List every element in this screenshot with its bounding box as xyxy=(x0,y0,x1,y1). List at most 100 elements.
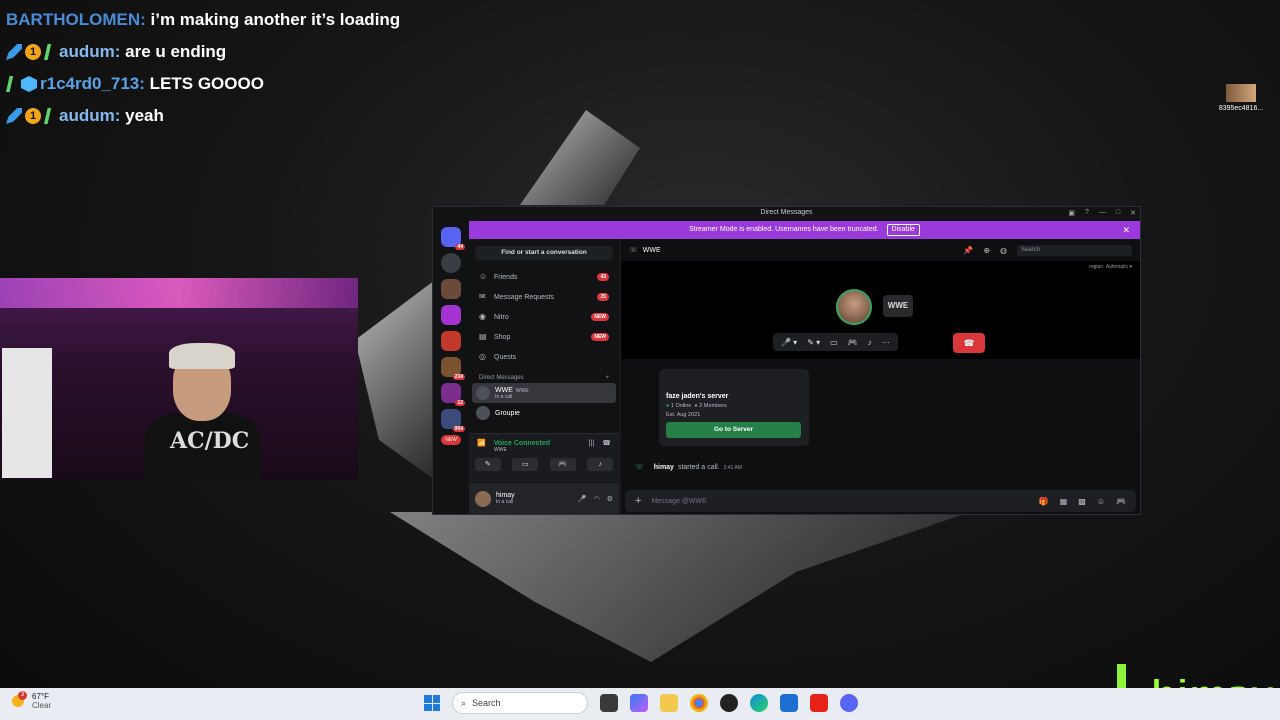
profile-icon[interactable]: ◍ xyxy=(1000,246,1007,255)
call-avatar-wwe: WWE xyxy=(883,295,913,317)
discord-icon[interactable] xyxy=(840,694,858,712)
add-attachment-icon[interactable]: + xyxy=(635,495,641,507)
new-badge-icon[interactable]: NEW xyxy=(441,435,461,445)
server-icon[interactable] xyxy=(441,305,461,325)
gift-icon[interactable]: 🎁 xyxy=(1039,497,1049,506)
apps-icon[interactable]: 🎮 xyxy=(1116,497,1126,506)
server-icon[interactable] xyxy=(441,279,461,299)
chat-message: BARTHOLOMEN: i’m making another it’s loa… xyxy=(6,4,400,36)
noise-icon[interactable]: ||| xyxy=(589,440,594,447)
weather-desc: Clear xyxy=(32,701,52,710)
channel-name: WWE xyxy=(642,246,661,254)
inbox-icon[interactable]: ▣ xyxy=(1068,209,1075,217)
region-label: region xyxy=(1089,264,1104,270)
search-input[interactable]: Search xyxy=(1017,244,1132,256)
obs-icon[interactable] xyxy=(720,694,738,712)
windows-taskbar: 3 67°F Clear ⌕ Search xyxy=(0,688,1280,720)
message-composer[interactable]: + Message @WWE 🎁 ▦ ▩ ☺ 🎮 xyxy=(625,490,1136,512)
disable-button[interactable]: Disable xyxy=(886,224,920,236)
user-panel: himay In a call 🎤 ◠ ⚙ xyxy=(469,483,619,514)
server-icon[interactable] xyxy=(441,253,461,273)
minimize-icon[interactable]: — xyxy=(1099,209,1106,217)
nav-friends[interactable]: ☺ Friends 43 xyxy=(469,267,619,287)
chat-text: yeah xyxy=(125,106,164,125)
gif-icon[interactable]: ▦ xyxy=(1060,497,1068,506)
settings-icon[interactable]: ⚙ xyxy=(607,495,613,503)
stream-chat: BARTHOLOMEN: i’m making another it’s loa… xyxy=(6,4,400,132)
emoji-icon[interactable]: ☺ xyxy=(1097,497,1105,506)
go-to-server-button[interactable]: Go to Server xyxy=(666,422,801,438)
nav-label: Shop xyxy=(494,333,511,341)
mic-icon[interactable]: 🎤 xyxy=(578,495,587,503)
camera-icon[interactable]: ✎ ▾ xyxy=(807,338,820,347)
file-explorer-icon[interactable] xyxy=(660,694,678,712)
sticker-icon[interactable]: ▩ xyxy=(1078,497,1086,506)
chrome-icon[interactable] xyxy=(690,694,708,712)
server-icon[interactable]: 234 xyxy=(441,357,465,380)
copilot-icon[interactable] xyxy=(630,694,648,712)
soundboard-icon[interactable]: ♪ xyxy=(868,338,872,347)
phone-icon: ☏ xyxy=(635,464,644,471)
pin-icon[interactable]: 📌 xyxy=(963,246,973,255)
server-icon[interactable] xyxy=(441,331,461,351)
desktop-file-icon[interactable]: 8395ec4816... xyxy=(1218,84,1264,112)
headphones-icon[interactable]: ◠ xyxy=(594,495,600,503)
disconnect-icon[interactable]: ☎ xyxy=(602,439,611,447)
main-content: ☏ WWE 📌 ⊕ ◍ Search region Automatic ▾ WW… xyxy=(621,239,1140,514)
message-input[interactable]: Message @WWE xyxy=(651,498,706,505)
member-count: 2 Members xyxy=(699,403,727,409)
taskbar-search[interactable]: ⌕ Search xyxy=(452,692,588,714)
server-icon[interactable]: 994 xyxy=(441,409,465,432)
voice-panel: 📶 Voice Connected ||| ☎ WWE ✎ ▭ 🎮 ♪ xyxy=(469,433,619,482)
store-icon[interactable] xyxy=(780,694,798,712)
activity-icon[interactable]: 🎮 xyxy=(549,458,576,471)
sun-icon: 3 xyxy=(12,691,27,707)
soundboard-icon[interactable]: ♪ xyxy=(587,458,614,471)
add-friend-icon[interactable]: ⊕ xyxy=(983,246,990,255)
find-conversation-button[interactable]: Find or start a conversation xyxy=(475,246,613,260)
nav-nitro[interactable]: ◉ Nitro NEW xyxy=(469,307,619,327)
background-car-reflection xyxy=(390,512,970,662)
avatar[interactable] xyxy=(475,490,491,507)
nav-message-requests[interactable]: ✉ Message Requests 25 xyxy=(469,287,619,307)
screen-share-icon[interactable]: ▭ xyxy=(512,458,539,471)
mail-icon: ✉ xyxy=(479,292,486,301)
nav-shop[interactable]: ▤ Shop NEW xyxy=(469,327,619,347)
home-badge: 44 xyxy=(455,244,465,250)
close-icon[interactable]: ✕ xyxy=(1130,209,1136,217)
youtube-icon[interactable] xyxy=(810,694,828,712)
mic-icon[interactable]: 🎤 ▾ xyxy=(781,338,797,347)
stripe-icon xyxy=(6,76,14,92)
edge-icon[interactable] xyxy=(750,694,768,712)
nav-quests[interactable]: ◎ Quests xyxy=(469,347,619,367)
chat-text: are u ending xyxy=(125,42,227,61)
taskbar-apps: ⌕ Search xyxy=(424,692,858,714)
avatar xyxy=(476,386,490,400)
screen-share-icon[interactable]: ▭ xyxy=(830,338,838,347)
close-icon[interactable]: ✕ xyxy=(1122,221,1130,239)
server-icon[interactable]: 12 xyxy=(441,383,465,406)
add-dm-icon[interactable]: + xyxy=(605,375,609,381)
call-controls: 🎤 ▾ ✎ ▾ ▭ 🎮 ♪ ··· xyxy=(773,333,898,351)
signal-icon: 📶 xyxy=(477,440,486,447)
camera-icon[interactable]: ✎ xyxy=(474,458,501,471)
dm-status: In a call xyxy=(495,393,513,400)
more-icon[interactable]: ··· xyxy=(882,338,890,347)
desktop-file-label: 8395ec4816... xyxy=(1218,105,1264,112)
dm-item-groupie[interactable]: Groupie xyxy=(472,403,616,423)
region-selector[interactable]: region Automatic ▾ xyxy=(621,261,1140,273)
hangup-button[interactable]: ☎ xyxy=(953,333,985,353)
weather-widget[interactable]: 3 67°F Clear xyxy=(12,691,52,710)
windows-start-icon[interactable] xyxy=(424,695,440,711)
task-view-icon[interactable] xyxy=(600,694,618,712)
maximize-icon[interactable]: □ xyxy=(1116,209,1120,217)
tier-badge: 1 xyxy=(25,108,41,124)
discord-home-icon[interactable]: 44 xyxy=(441,227,465,250)
dm-item-wwe[interactable]: WWE WWE In a call xyxy=(472,383,616,403)
title-bar: Direct Messages ▣ ? — □ ✕ xyxy=(433,207,1140,221)
call-area: region Automatic ▾ WWE 🎤 ▾ ✎ ▾ ▭ 🎮 ♪ ···… xyxy=(621,261,1140,359)
weather-badge: 3 xyxy=(18,691,27,700)
stripe-icon xyxy=(44,44,52,60)
help-icon[interactable]: ? xyxy=(1085,209,1089,217)
activity-icon[interactable]: 🎮 xyxy=(848,338,858,347)
